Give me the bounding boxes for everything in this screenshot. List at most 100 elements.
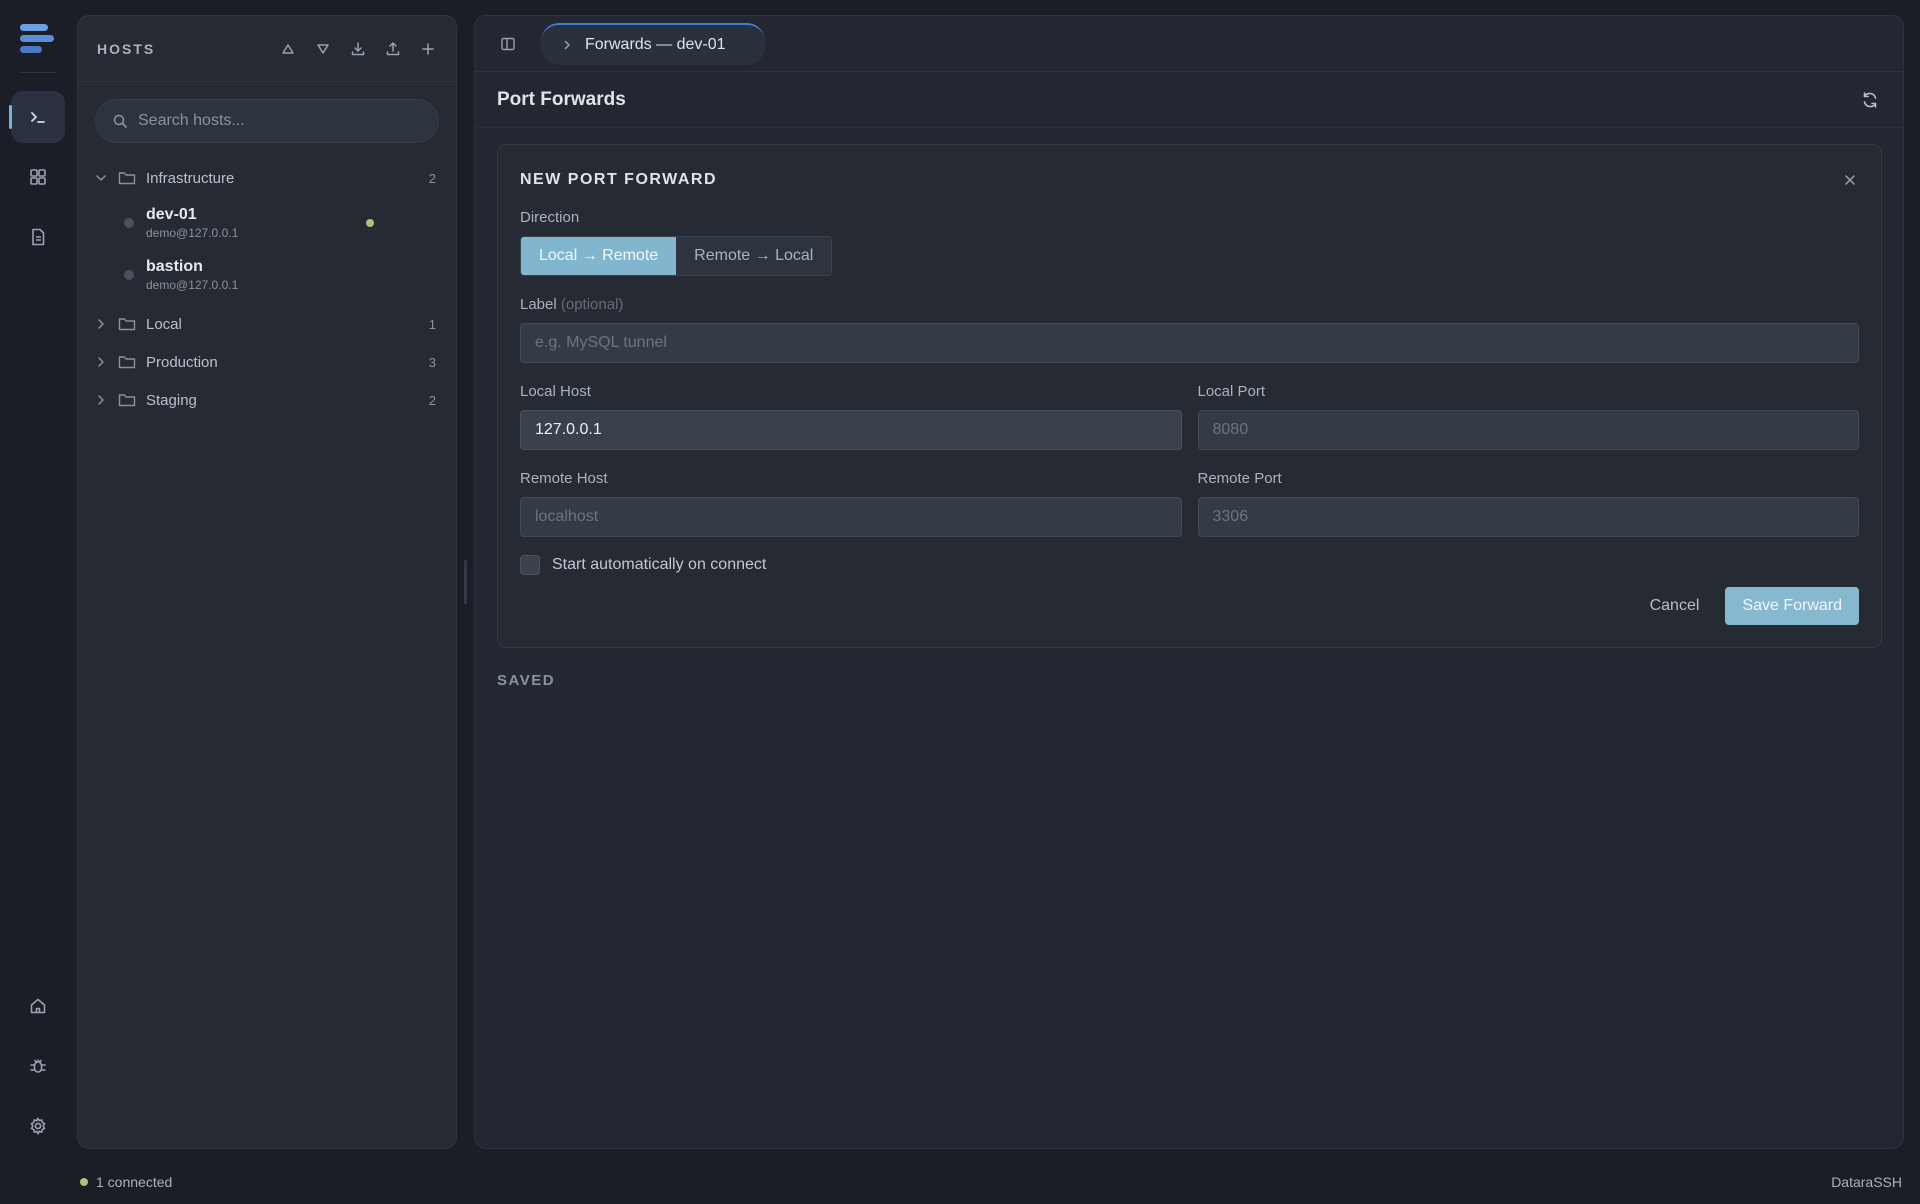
group-name: Local <box>146 315 182 333</box>
folder-icon <box>118 316 136 332</box>
host-text: dev-01 demo@127.0.0.1 <box>146 205 446 241</box>
grid-icon <box>30 169 46 185</box>
host-item-bastion[interactable]: bastion demo@127.0.0.1 <box>88 249 446 301</box>
panel-resize-handle[interactable] <box>464 560 467 604</box>
remote-host-input[interactable] <box>520 497 1182 537</box>
page-header: Port Forwards <box>475 72 1903 128</box>
export-button[interactable] <box>384 40 402 58</box>
dashboard-nav-button[interactable] <box>11 151 65 203</box>
search-input[interactable] <box>138 112 422 130</box>
terminal-icon <box>31 112 45 123</box>
local-host-group: Local Host <box>520 383 1182 450</box>
rail-divider <box>20 72 56 73</box>
optional-hint: (optional) <box>560 296 624 313</box>
chevron-right-icon <box>94 355 108 369</box>
terminal-nav-button[interactable] <box>9 91 65 143</box>
save-forward-button[interactable]: Save Forward <box>1725 587 1859 625</box>
direction-label: Direction <box>520 209 580 226</box>
plus-icon <box>422 42 434 55</box>
group-name: Production <box>146 353 218 371</box>
settings-nav-button[interactable] <box>11 1100 65 1152</box>
local-port-group: Local Port <box>1197 383 1859 450</box>
direction-local-to-remote[interactable]: Local → Remote <box>521 237 677 275</box>
group-name: Staging <box>146 391 197 409</box>
files-nav-button[interactable] <box>11 211 65 263</box>
sidebar-icon <box>501 37 515 50</box>
status-bar: 1 connected DataraSSH <box>0 1160 1920 1204</box>
connection-status-dot <box>80 1178 88 1186</box>
host-search <box>95 99 439 143</box>
refresh-button[interactable] <box>1859 89 1881 111</box>
hosts-header: HOSTS <box>78 16 456 82</box>
group-count: 2 <box>428 170 436 186</box>
hosts-actions <box>279 40 437 58</box>
triangle-down-icon <box>317 43 329 54</box>
form-title: NEW PORT FORWARD <box>520 171 718 188</box>
label-field-label-text: Label <box>520 296 557 313</box>
host-text: bastion demo@127.0.0.1 <box>146 257 446 293</box>
sort-down-button[interactable] <box>314 40 332 58</box>
download-icon <box>351 41 365 55</box>
sort-up-button[interactable] <box>279 40 297 58</box>
toggle-sidebar-button[interactable] <box>499 35 517 53</box>
connection-count: 1 connected <box>96 1174 173 1190</box>
add-host-button[interactable] <box>419 40 437 58</box>
remote-port-input[interactable] <box>1197 497 1859 537</box>
folder-icon <box>118 170 136 186</box>
form-header: NEW PORT FORWARD <box>520 171 1859 189</box>
auto-start-checkbox[interactable] <box>520 555 540 575</box>
refresh-icon <box>1863 91 1877 108</box>
new-forward-form: NEW PORT FORWARD Direction Local → Remot… <box>497 144 1882 648</box>
local-port-input[interactable] <box>1197 410 1859 450</box>
host-address: demo@127.0.0.1 <box>146 278 239 292</box>
cancel-button[interactable]: Cancel <box>1650 597 1700 615</box>
direction-toggle: Local → Remote Remote → Local <box>520 236 833 276</box>
remote-row: Remote Host Remote Port <box>520 470 1859 537</box>
hosts-title: HOSTS <box>97 40 156 57</box>
hosts-panel: HOSTS Search hosts... Infrastructure 2 d… <box>77 15 457 1149</box>
host-name: bastion <box>146 258 203 275</box>
chevron-right-icon <box>564 40 570 49</box>
local-host-input[interactable] <box>520 410 1182 450</box>
local-host-label: Local Host <box>520 383 591 400</box>
remote-host-label: Remote Host <box>520 470 608 487</box>
folder-icon <box>118 354 136 370</box>
tab-forwards-dev-01[interactable]: Forwards — dev-01 <box>541 22 765 65</box>
tab-bar: Forwards — dev-01 <box>475 16 1903 72</box>
label-input[interactable] <box>520 323 1859 363</box>
auto-start-label: Start automatically on connect <box>552 556 767 573</box>
import-button[interactable] <box>349 40 367 58</box>
direction-remote-to-local[interactable]: Remote → Local <box>676 237 832 275</box>
chevron-right-icon <box>94 317 108 331</box>
close-icon <box>1845 175 1855 185</box>
auto-start-row: Start automatically on connect <box>520 555 1859 575</box>
bug-icon <box>30 1059 46 1073</box>
app-logo <box>20 24 56 54</box>
main-panel: Forwards — dev-01 Port Forwards NEW PORT… <box>474 15 1904 1149</box>
group-staging[interactable]: Staging 2 <box>88 381 446 419</box>
page-title: Port Forwards <box>497 88 626 110</box>
host-status-dot <box>124 270 134 280</box>
form-actions: Cancel Save Forward <box>1650 587 1859 625</box>
home-nav-button[interactable] <box>11 980 65 1032</box>
group-count: 3 <box>428 354 436 370</box>
local-row: Local Host Local Port <box>520 383 1859 450</box>
triangle-up-icon <box>282 43 294 54</box>
folder-icon <box>118 392 136 408</box>
online-indicator <box>366 219 374 227</box>
host-item-dev-01[interactable]: dev-01 demo@127.0.0.1 <box>88 197 446 249</box>
label-field-label: Label (optional) <box>520 296 1859 313</box>
group-count: 2 <box>428 392 436 408</box>
host-tree: Infrastructure 2 dev-01 demo@127.0.0.1 b… <box>78 159 456 419</box>
host-address: demo@127.0.0.1 <box>146 226 239 240</box>
close-form-button[interactable] <box>1841 171 1859 189</box>
group-count: 1 <box>428 316 436 332</box>
app-window: HOSTS Search hosts... Infrastructure 2 d… <box>0 0 1920 1204</box>
debug-nav-button[interactable] <box>11 1040 65 1092</box>
local-port-label: Local Port <box>1197 383 1266 400</box>
group-production[interactable]: Production 3 <box>88 343 446 381</box>
group-infrastructure[interactable]: Infrastructure 2 <box>88 159 446 197</box>
group-local[interactable]: Local 1 <box>88 305 446 343</box>
host-status-dot <box>124 218 134 228</box>
search-icon <box>113 114 127 128</box>
